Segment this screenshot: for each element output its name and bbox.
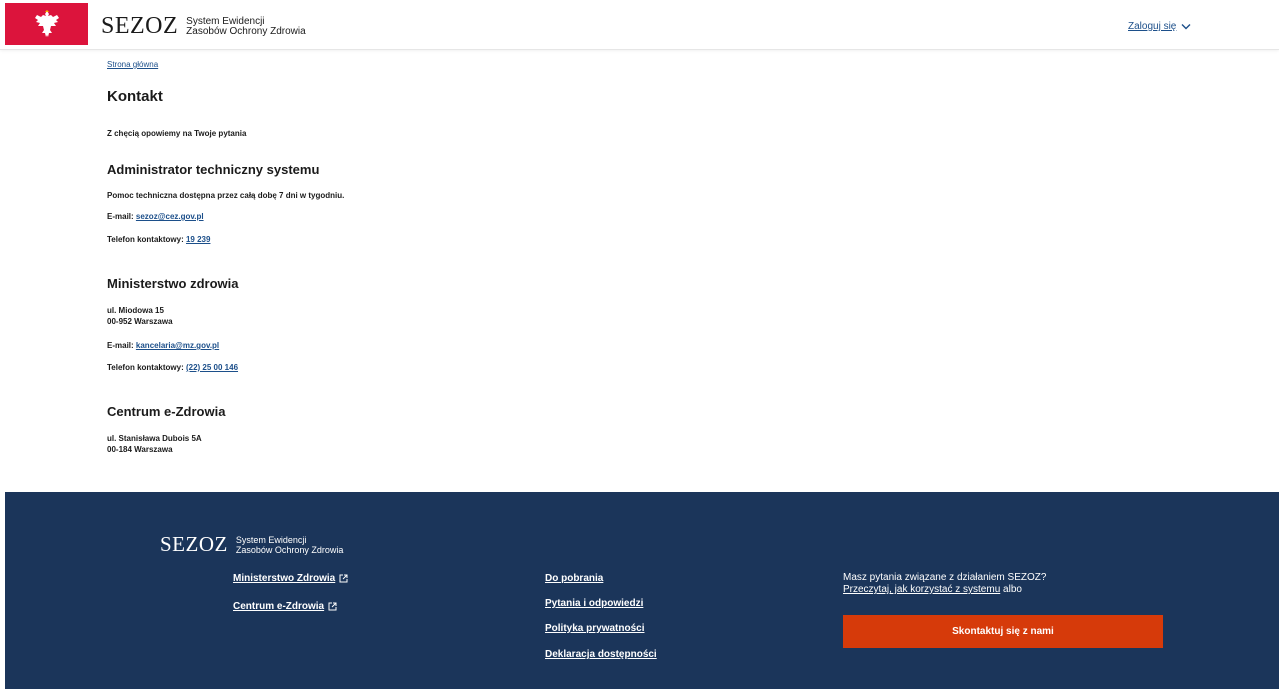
footer-link-deklaracja[interactable]: Deklaracja dostępności (545, 649, 657, 660)
footer-or: albo (1003, 584, 1022, 595)
footer-logo-subtitle-line1: System Ewidencji (235, 534, 307, 545)
footer-logo-subtitle-line2: Zasobów Ochrony Zdrowia (235, 544, 344, 555)
footer-link-do-pobrania[interactable]: Do pobrania (545, 573, 603, 584)
site-footer: SEZOZ System Ewidencji Zasobów Ochrony Z… (5, 492, 1279, 689)
cez-address-line2: 00-184 Warszawa (107, 445, 173, 454)
admin-email-row: E-mail: sezoz@cez.gov.pl (107, 211, 204, 222)
ministry-address: ul. Miodowa 15 00-952 Warszawa (107, 305, 173, 327)
ministry-phone-row: Telefon kontaktowy: (22) 25 00 146 (107, 362, 238, 373)
footer-help-text: Masz pytania związane z działaniem SEZOZ… (843, 572, 1046, 596)
footer-link-polityka[interactable]: Polityka prywatności (545, 623, 644, 634)
external-link-icon (328, 602, 337, 611)
footer-logo-subtitle: System Ewidencji Zasobów Ochrony Zdrowia (236, 535, 344, 555)
email-label: E-mail: (107, 341, 134, 350)
login-dropdown[interactable]: Zaloguj się (1128, 21, 1191, 32)
footer-link-ministerstwo[interactable]: Ministerstwo Zdrowia (233, 573, 348, 584)
eagle-icon (34, 10, 59, 37)
logo-subtitle: System Ewidencji Zasobów Ochrony Zdrowia (186, 16, 306, 37)
logo-subtitle-line2: Zasobów Ochrony Zdrowia (186, 25, 306, 37)
contact-us-button[interactable]: Skontaktuj się z nami (843, 615, 1163, 648)
logo-title: SEZOZ (101, 13, 179, 39)
page-title: Kontakt (107, 88, 163, 105)
cez-address-line1: ul. Stanisława Dubois 5A (107, 434, 202, 443)
page-intro: Z chęcią opowiemy na Twoje pytania (107, 129, 247, 138)
cez-address: ul. Stanisława Dubois 5A 00-184 Warszawa (107, 433, 202, 455)
admin-email-link[interactable]: sezoz@cez.gov.pl (136, 212, 204, 221)
section-heading-admin: Administrator techniczny systemu (107, 162, 320, 177)
ministry-email-row: E-mail: kancelaria@mz.gov.pl (107, 340, 219, 351)
footer-read-link[interactable]: Przeczytaj, jak korzystać z systemu (843, 584, 1000, 595)
ministry-email-link[interactable]: kancelaria@mz.gov.pl (136, 341, 219, 350)
footer-question: Masz pytania związane z działaniem SEZOZ… (843, 572, 1047, 583)
phone-label: Telefon kontaktowy: (107, 235, 184, 244)
section-heading-ministry: Ministerstwo zdrowia (107, 276, 239, 291)
phone-label: Telefon kontaktowy: (107, 363, 184, 372)
sezoz-logo[interactable]: SEZOZ System Ewidencji Zasobów Ochrony Z… (101, 13, 306, 40)
breadcrumb-home[interactable]: Strona główna (107, 60, 158, 69)
chevron-down-icon (1181, 24, 1191, 30)
footer-logo-title: SEZOZ (160, 532, 228, 556)
login-label: Zaloguj się (1128, 21, 1177, 32)
top-header: SEZOZ System Ewidencji Zasobów Ochrony Z… (0, 0, 1279, 50)
footer-logo[interactable]: SEZOZ System Ewidencji Zasobów Ochrony Z… (160, 532, 343, 557)
admin-phone-link[interactable]: 19 239 (186, 235, 210, 244)
section-heading-cez: Centrum e-Zdrowia (107, 404, 226, 419)
admin-phone-row: Telefon kontaktowy: 19 239 (107, 234, 210, 245)
ministry-phone-link[interactable]: (22) 25 00 146 (186, 363, 238, 372)
footer-link-centrum[interactable]: Centrum e-Zdrowia (233, 601, 337, 612)
footer-link-pytania[interactable]: Pytania i odpowiedzi (545, 598, 643, 609)
ministry-address-line2: 00-952 Warszawa (107, 317, 173, 326)
admin-description: Pomoc techniczna dostępna przez całą dob… (107, 191, 345, 200)
footer-link-label: Centrum e-Zdrowia (233, 601, 325, 612)
ministry-address-line1: ul. Miodowa 15 (107, 306, 164, 315)
emblem-flag[interactable] (5, 3, 88, 45)
footer-link-label: Ministerstwo Zdrowia (233, 573, 336, 584)
external-link-icon (339, 574, 348, 583)
email-label: E-mail: (107, 212, 134, 221)
